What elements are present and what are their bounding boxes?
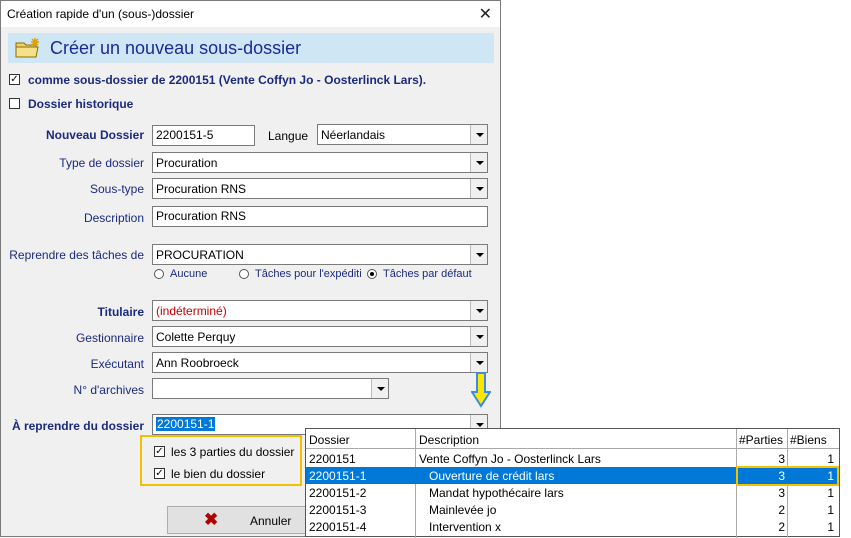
cell-parties: 3	[778, 486, 785, 500]
table-row[interactable]: 2200151-4 Intervention x 2 1	[306, 518, 839, 535]
radio-none-label: Aucune	[170, 268, 208, 280]
cell-biens: 1	[827, 452, 834, 466]
radio-expedition-label: Tâches pour l'expéditi	[255, 268, 362, 280]
holder-select[interactable]: (indéterminé)	[152, 300, 488, 321]
tasks-from-value: PROCURATION	[156, 248, 244, 262]
cell-biens: 1	[827, 486, 834, 500]
copy-parties-checkbox[interactable]: ✓	[154, 446, 165, 457]
cell-parties: 2	[778, 503, 785, 517]
cell-biens: 1	[827, 503, 834, 517]
chevron-down-icon[interactable]	[470, 327, 487, 346]
cell-description: Mandat hypothécaire lars	[429, 486, 564, 500]
column-header-dossier[interactable]: Dossier	[309, 433, 350, 447]
table-row[interactable]: 2200151 Vente Coffyn Jo - Oosterlinck Lar…	[306, 450, 839, 467]
chevron-down-icon[interactable]	[470, 301, 487, 320]
counts-highlight	[736, 466, 839, 486]
chevron-down-icon[interactable]	[470, 125, 487, 144]
column-header-parties[interactable]: #Parties	[739, 433, 783, 447]
window-title: Création rapide d'un (sous-)dossier	[7, 7, 195, 21]
holder-label: Titulaire	[97, 305, 144, 319]
executor-select[interactable]: Ann Roobroeck	[152, 352, 488, 373]
grid-header: Dossier Description #Parties #Biens	[306, 429, 839, 449]
holder-value: (indéterminé)	[156, 304, 227, 318]
dialog-header: Créer un nouveau sous-dossier	[8, 33, 494, 63]
close-icon[interactable]: ✕	[479, 4, 492, 24]
cell-dossier: 2200151-3	[309, 503, 367, 517]
copy-parties-label: les 3 parties du dossier	[171, 445, 295, 459]
cell-description: Vente Coffyn Jo - Oosterlinck Lars	[419, 452, 601, 466]
manager-label: Gestionnaire	[75, 331, 144, 345]
column-header-biens[interactable]: #Biens	[790, 433, 827, 447]
subtype-value: Procuration RNS	[156, 182, 247, 196]
arrow-down-icon	[470, 372, 492, 411]
language-label: Langue	[268, 129, 309, 143]
copy-from-label: À reprendre du dossier	[11, 419, 144, 433]
title-bar: Création rapide d'un (sous-)dossier ✕	[1, 1, 500, 27]
chevron-down-icon[interactable]	[371, 379, 388, 398]
table-row[interactable]: 2200151-2 Mandat hypothécaire lars 3 1	[306, 484, 839, 501]
tasks-from-label: Reprendre des tâches de	[9, 248, 144, 262]
cell-biens: 1	[827, 520, 834, 534]
cell-description: Intervention x	[429, 520, 502, 534]
folder-dropdown-grid[interactable]: Dossier Description #Parties #Biens 2200…	[305, 428, 840, 538]
historic-label: Dossier historique	[28, 97, 134, 111]
new-folder-icon	[14, 37, 42, 62]
cancel-label: Annuler	[250, 514, 292, 528]
cell-description: Ouverture de crédit lars	[429, 469, 555, 483]
language-value: Néerlandais	[321, 128, 386, 142]
radio-default-label: Tâches par défaut	[383, 268, 472, 280]
cell-dossier: 2200151-4	[309, 520, 367, 534]
description-input[interactable]: Procuration RNS	[152, 206, 488, 227]
subtype-label: Sous-type	[89, 182, 144, 196]
executor-label: Exécutant	[90, 357, 144, 371]
folder-type-value: Procuration	[156, 156, 218, 170]
chevron-down-icon[interactable]	[470, 179, 487, 198]
cell-dossier: 2200151-2	[309, 486, 367, 500]
cancel-button[interactable]: ✖ Annuler	[167, 506, 307, 534]
dialog-heading: Créer un nouveau sous-dossier	[50, 38, 302, 58]
archive-label: N° d'archives	[73, 383, 144, 397]
language-select[interactable]: Néerlandais	[317, 124, 488, 145]
cell-parties: 3	[778, 452, 785, 466]
archive-select[interactable]	[152, 378, 389, 399]
manager-select[interactable]: Colette Perquy	[152, 326, 488, 347]
historic-checkbox[interactable]	[9, 98, 20, 109]
cell-description: Mainlevée jo	[429, 503, 497, 517]
cancel-x-icon: ✖	[204, 510, 219, 529]
copy-bien-label: le bien du dossier	[171, 467, 266, 481]
chevron-down-icon[interactable]	[470, 353, 487, 372]
cell-dossier: 2200151-1	[309, 469, 367, 483]
subfolder-label: comme sous-dossier de 2200151 (Vente Cof…	[28, 73, 427, 87]
cell-parties: 2	[778, 520, 785, 534]
chevron-down-icon[interactable]	[470, 153, 487, 172]
subtype-select[interactable]: Procuration RNS	[152, 178, 488, 199]
column-header-description[interactable]: Description	[419, 433, 479, 447]
folder-type-label: Type de dossier	[59, 156, 144, 170]
chevron-down-icon[interactable]	[470, 245, 487, 264]
subfolder-checkbox[interactable]: ✓	[9, 74, 20, 85]
new-folder-input[interactable]: 2200151-5	[152, 125, 255, 146]
new-folder-label: Nouveau Dossier	[45, 128, 144, 142]
table-row[interactable]: 2200151-3 Mainlevée jo 2 1	[306, 501, 839, 518]
folder-type-select[interactable]: Procuration	[152, 152, 488, 173]
manager-value: Colette Perquy	[156, 330, 236, 344]
radio-expedition[interactable]	[239, 269, 249, 279]
copy-bien-checkbox[interactable]: ✓	[154, 468, 165, 479]
cell-dossier: 2200151	[309, 452, 356, 466]
description-label: Description	[83, 211, 144, 225]
executor-value: Ann Roobroeck	[156, 356, 239, 370]
tasks-from-select[interactable]: PROCURATION	[152, 244, 488, 265]
radio-default[interactable]	[367, 269, 377, 279]
radio-none[interactable]	[154, 269, 164, 279]
copy-from-value: 2200151-1	[156, 417, 216, 431]
